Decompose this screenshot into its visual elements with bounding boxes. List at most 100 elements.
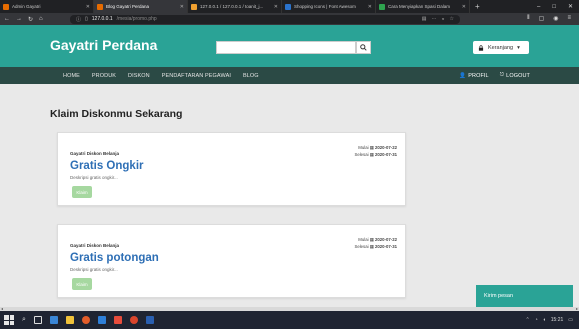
windows-start-icon[interactable] — [4, 315, 14, 325]
browser-tab[interactable]: 127.0.0.1 / 127.0.0.1 / toanit_j... ✕ — [188, 0, 282, 13]
caret-down-icon: ▾ — [517, 44, 520, 51]
end-label: Selesai — [354, 244, 369, 249]
reload-icon[interactable]: ↻ — [28, 16, 33, 23]
tab-label: Cara Menyiapkan Spasi Dalam — [388, 4, 451, 9]
nav-pendaftaran-pegawai[interactable]: PENDAFTARAN PEGAWAI — [162, 73, 231, 79]
browser-tab[interactable]: Shopping Icons | Font Awesom ✕ — [282, 0, 376, 13]
url-host: 127.0.0.1 — [91, 16, 113, 22]
window-controls: – □ ✕ — [537, 0, 579, 13]
user-icon: 👤 — [459, 72, 467, 79]
task-view-icon[interactable] — [33, 316, 42, 324]
os-taskbar: ⌕ ⌃ ◔ ◖ 15:21 ▭ — [0, 311, 579, 329]
calendar-icon: ▦ — [369, 152, 374, 157]
search-input[interactable] — [216, 41, 356, 54]
lock-icon — [478, 44, 484, 51]
address-bar[interactable]: ⓘ ▯ 127.0.0.1/mesia/promo.php ▤ ··· ◒ ☆ — [70, 14, 460, 24]
notification-icon[interactable]: ▭ — [568, 317, 573, 323]
bookmark-star-icon[interactable]: ☆ — [450, 16, 454, 22]
start-label: Mulai — [358, 145, 369, 150]
end-label: Selesai — [354, 152, 369, 157]
promo-subtitle: Gayatri Diskon Belanja — [70, 151, 120, 156]
folder-icon[interactable] — [65, 316, 74, 324]
browser-toolbar: ← → ↻ ⌂ ⓘ ▯ 127.0.0.1/mesia/promo.php ▤ … — [0, 13, 579, 25]
tab-label: Blog Gayatri Perdana — [106, 4, 150, 9]
pocket-icon[interactable]: ◒ — [441, 16, 444, 22]
close-window-icon[interactable]: ✕ — [568, 3, 573, 10]
minimize-icon[interactable]: – — [537, 4, 540, 10]
close-tab-icon[interactable]: ✕ — [368, 4, 372, 10]
extensions: ⫴ ▢ ◉ ≡ — [527, 15, 571, 22]
nav-account: 👤 PROFIL ⎋ LOGOUT — [459, 67, 530, 84]
claim-button[interactable]: Klaim — [72, 278, 92, 290]
start-label: Mulai — [358, 237, 369, 242]
close-tab-icon[interactable]: ✕ — [462, 4, 466, 10]
app-icon[interactable] — [129, 316, 138, 324]
search-icon — [360, 44, 367, 51]
info-icon[interactable]: ⓘ — [76, 16, 81, 23]
back-icon[interactable]: ← — [4, 16, 10, 22]
claim-button[interactable]: Klaim — [72, 186, 92, 198]
nav-logout[interactable]: ⎋ LOGOUT — [500, 72, 530, 79]
sidebar-icon[interactable]: ▢ — [539, 15, 545, 22]
home-icon[interactable]: ⌂ — [39, 16, 43, 22]
url-path: /mesia/promo.php — [116, 16, 157, 22]
promo-title[interactable]: Gratis potongan — [70, 252, 159, 264]
nav-produk[interactable]: PRODUK — [92, 73, 116, 79]
favicon-icon — [191, 3, 197, 10]
tab-label: Admin Gayatri — [12, 4, 41, 9]
calendar-icon: ▦ — [369, 244, 374, 249]
tray-chevron-icon[interactable]: ⌃ — [525, 317, 529, 323]
library-icon[interactable]: ⫴ — [527, 15, 530, 22]
close-tab-icon[interactable]: ✕ — [274, 4, 278, 10]
site-brand[interactable]: Gayatri Perdana — [50, 37, 157, 53]
app-icon[interactable] — [145, 316, 154, 324]
browser-tab-active[interactable]: Blog Gayatri Perdana ✕ — [94, 0, 188, 13]
favicon-icon — [285, 3, 291, 10]
promo-title[interactable]: Gratis Ongkir — [70, 160, 144, 172]
start-date: 2020-07-22 — [375, 237, 397, 242]
nav-blog[interactable]: BLOG — [243, 73, 259, 79]
site-header: Gayatri Perdana Keranjang ▾ — [0, 25, 579, 67]
browser-tab[interactable]: Cara Menyiapkan Spasi Dalam ✕ — [376, 0, 470, 13]
tab-label: 127.0.0.1 / 127.0.0.1 / toanit_j... — [200, 4, 264, 9]
reader-icon[interactable]: ▤ — [422, 16, 427, 22]
end-date: 2020-07-31 — [375, 152, 397, 157]
volume-icon[interactable]: ◖ — [543, 317, 546, 323]
search-button[interactable] — [356, 41, 371, 54]
promo-dates: Mulai ▦ 2020-07-22 Selesai ▦ 2020-07-31 — [354, 144, 397, 158]
cart-button[interactable]: Keranjang ▾ — [473, 41, 529, 54]
profil-label: PROFIL — [468, 72, 489, 79]
nav-diskon[interactable]: DISKON — [128, 73, 150, 79]
nav-profil[interactable]: 👤 PROFIL — [459, 73, 488, 79]
app-icon[interactable] — [49, 316, 58, 324]
page-icon: ▯ — [85, 16, 88, 22]
nav-home[interactable]: HOME — [63, 73, 80, 79]
new-tab-button[interactable]: + — [470, 0, 485, 13]
main-nav: HOME PRODUK DISKON PENDAFTARAN PEGAWAI B… — [0, 67, 579, 84]
forward-icon[interactable]: → — [16, 16, 22, 22]
chat-label: Kirim pesan — [484, 293, 514, 299]
browser-tab[interactable]: Admin Gayatri ✕ — [0, 0, 94, 13]
app-icon[interactable] — [97, 316, 106, 324]
page-title: Klaim Diskonmu Sekarang — [50, 108, 183, 120]
browser-tab-strip: Admin Gayatri ✕ Blog Gayatri Perdana ✕ 1… — [0, 0, 579, 13]
maximize-icon[interactable]: □ — [552, 4, 556, 10]
network-icon[interactable]: ◔ — [535, 317, 538, 323]
menu-icon[interactable]: ≡ — [567, 15, 571, 22]
clock[interactable]: 15:21 — [551, 317, 564, 323]
chat-widget[interactable]: Kirim pesan — [476, 285, 573, 307]
account-icon[interactable]: ◉ — [553, 15, 558, 22]
system-tray: ⌃ ◔ ◖ 15:21 ▭ — [525, 317, 579, 323]
promo-dates: Mulai ▦ 2020-07-22 Selesai ▦ 2020-07-31 — [354, 236, 397, 250]
promo-description: Deskripsi gratis ongkir... — [70, 267, 118, 272]
more-icon[interactable]: ··· — [431, 16, 436, 22]
promo-description: Deskripsi gratis ongkir... — [70, 175, 118, 180]
cart-label: Keranjang — [488, 44, 514, 51]
search-icon[interactable]: ⌕ — [22, 316, 26, 324]
close-tab-icon[interactable]: ✕ — [180, 4, 184, 10]
app-icon[interactable] — [113, 316, 122, 324]
close-tab-icon[interactable]: ✕ — [86, 4, 90, 10]
promo-card: Gayatri Diskon Belanja Mulai ▦ 2020-07-2… — [57, 132, 406, 206]
logout-label: LOGOUT — [506, 72, 530, 79]
browser-icon[interactable] — [81, 316, 90, 324]
